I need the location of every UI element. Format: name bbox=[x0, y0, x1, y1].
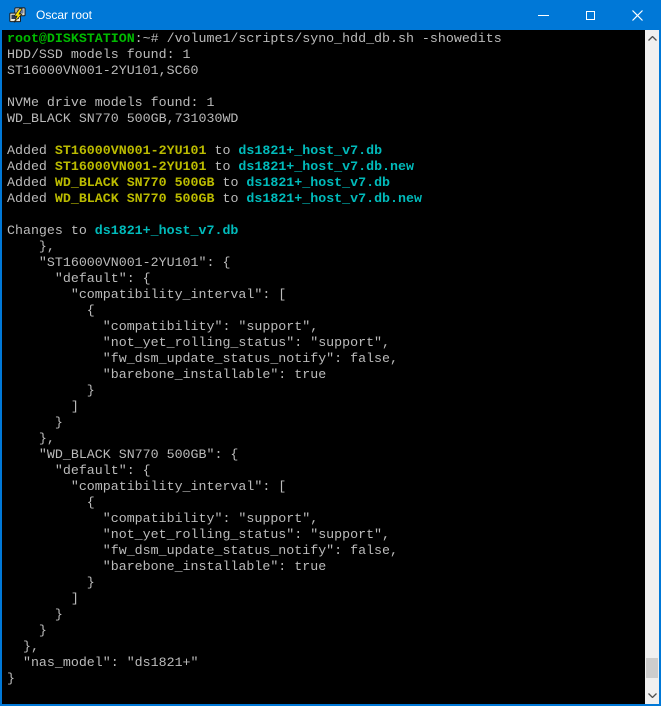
terminal-line: WD_BLACK SN770 500GB,731030WD bbox=[7, 111, 645, 127]
terminal-line: "compatibility": "support", bbox=[7, 511, 645, 527]
terminal-line: "compatibility_interval": [ bbox=[7, 479, 645, 495]
terminal-output: root@DISKSTATION:~# /volume1/scripts/syn… bbox=[7, 31, 645, 687]
close-icon bbox=[632, 10, 643, 21]
window-title: Oscar root bbox=[36, 0, 520, 30]
terminal-line: "ST16000VN001-2YU101": { bbox=[7, 255, 645, 271]
terminal-line: Added ST16000VN001-2YU101 to ds1821+_hos… bbox=[7, 143, 645, 159]
terminal-line: { bbox=[7, 303, 645, 319]
maximize-button[interactable] bbox=[567, 0, 614, 30]
terminal-screen: root@DISKSTATION:~# /volume1/scripts/syn… bbox=[2, 30, 645, 704]
terminal-line: } bbox=[7, 607, 645, 623]
terminal-line: "default": { bbox=[7, 271, 645, 287]
scrollbar-thumb[interactable] bbox=[646, 658, 658, 678]
terminal-line: "barebone_installable": true bbox=[7, 559, 645, 575]
terminal-scrollbar[interactable] bbox=[645, 30, 659, 704]
terminal-line: Changes to ds1821+_host_v7.db bbox=[7, 223, 645, 239]
terminal-line: root@DISKSTATION:~# /volume1/scripts/syn… bbox=[7, 31, 645, 47]
minimize-button[interactable] bbox=[520, 0, 567, 30]
terminal-line: }, bbox=[7, 239, 645, 255]
putty-terminal-icon bbox=[9, 7, 26, 24]
title-bar[interactable]: Oscar root bbox=[0, 0, 661, 30]
terminal-line: ] bbox=[7, 591, 645, 607]
minimize-icon bbox=[538, 15, 549, 16]
maximize-icon bbox=[586, 11, 595, 20]
terminal-line: "fw_dsm_update_status_notify": false, bbox=[7, 351, 645, 367]
terminal-line: ] bbox=[7, 399, 645, 415]
terminal-line: Added WD_BLACK SN770 500GB to ds1821+_ho… bbox=[7, 191, 645, 207]
terminal-line: ST16000VN001-2YU101,SC60 bbox=[7, 63, 645, 79]
terminal-line: "compatibility": "support", bbox=[7, 319, 645, 335]
terminal-line bbox=[7, 79, 645, 95]
terminal-line: "not_yet_rolling_status": "support", bbox=[7, 335, 645, 351]
terminal-line: "WD_BLACK SN770 500GB": { bbox=[7, 447, 645, 463]
terminal-line: } bbox=[7, 575, 645, 591]
terminal-line: Added WD_BLACK SN770 500GB to ds1821+_ho… bbox=[7, 175, 645, 191]
scroll-up-button[interactable] bbox=[645, 30, 659, 47]
close-button[interactable] bbox=[614, 0, 661, 30]
terminal-line: "not_yet_rolling_status": "support", bbox=[7, 527, 645, 543]
terminal-line: "fw_dsm_update_status_notify": false, bbox=[7, 543, 645, 559]
terminal-line: }, bbox=[7, 431, 645, 447]
terminal-line: }, bbox=[7, 639, 645, 655]
terminal-line bbox=[7, 207, 645, 223]
terminal-line: } bbox=[7, 671, 645, 687]
putty-window: Oscar root root@DISKSTATION:~# /volume1/… bbox=[0, 0, 661, 706]
terminal-line: "barebone_installable": true bbox=[7, 367, 645, 383]
terminal-line: HDD/SSD models found: 1 bbox=[7, 47, 645, 63]
terminal-line: } bbox=[7, 415, 645, 431]
terminal-line: } bbox=[7, 383, 645, 399]
terminal-line: NVMe drive models found: 1 bbox=[7, 95, 645, 111]
terminal-line: } bbox=[7, 623, 645, 639]
scroll-down-button[interactable] bbox=[645, 687, 659, 704]
terminal-line: "default": { bbox=[7, 463, 645, 479]
terminal-line bbox=[7, 127, 645, 143]
terminal-line: "compatibility_interval": [ bbox=[7, 287, 645, 303]
terminal-line: Added ST16000VN001-2YU101 to ds1821+_hos… bbox=[7, 159, 645, 175]
chevron-up-icon bbox=[648, 36, 657, 41]
chevron-down-icon bbox=[648, 693, 657, 698]
terminal-line: "nas_model": "ds1821+" bbox=[7, 655, 645, 671]
terminal-line: { bbox=[7, 495, 645, 511]
